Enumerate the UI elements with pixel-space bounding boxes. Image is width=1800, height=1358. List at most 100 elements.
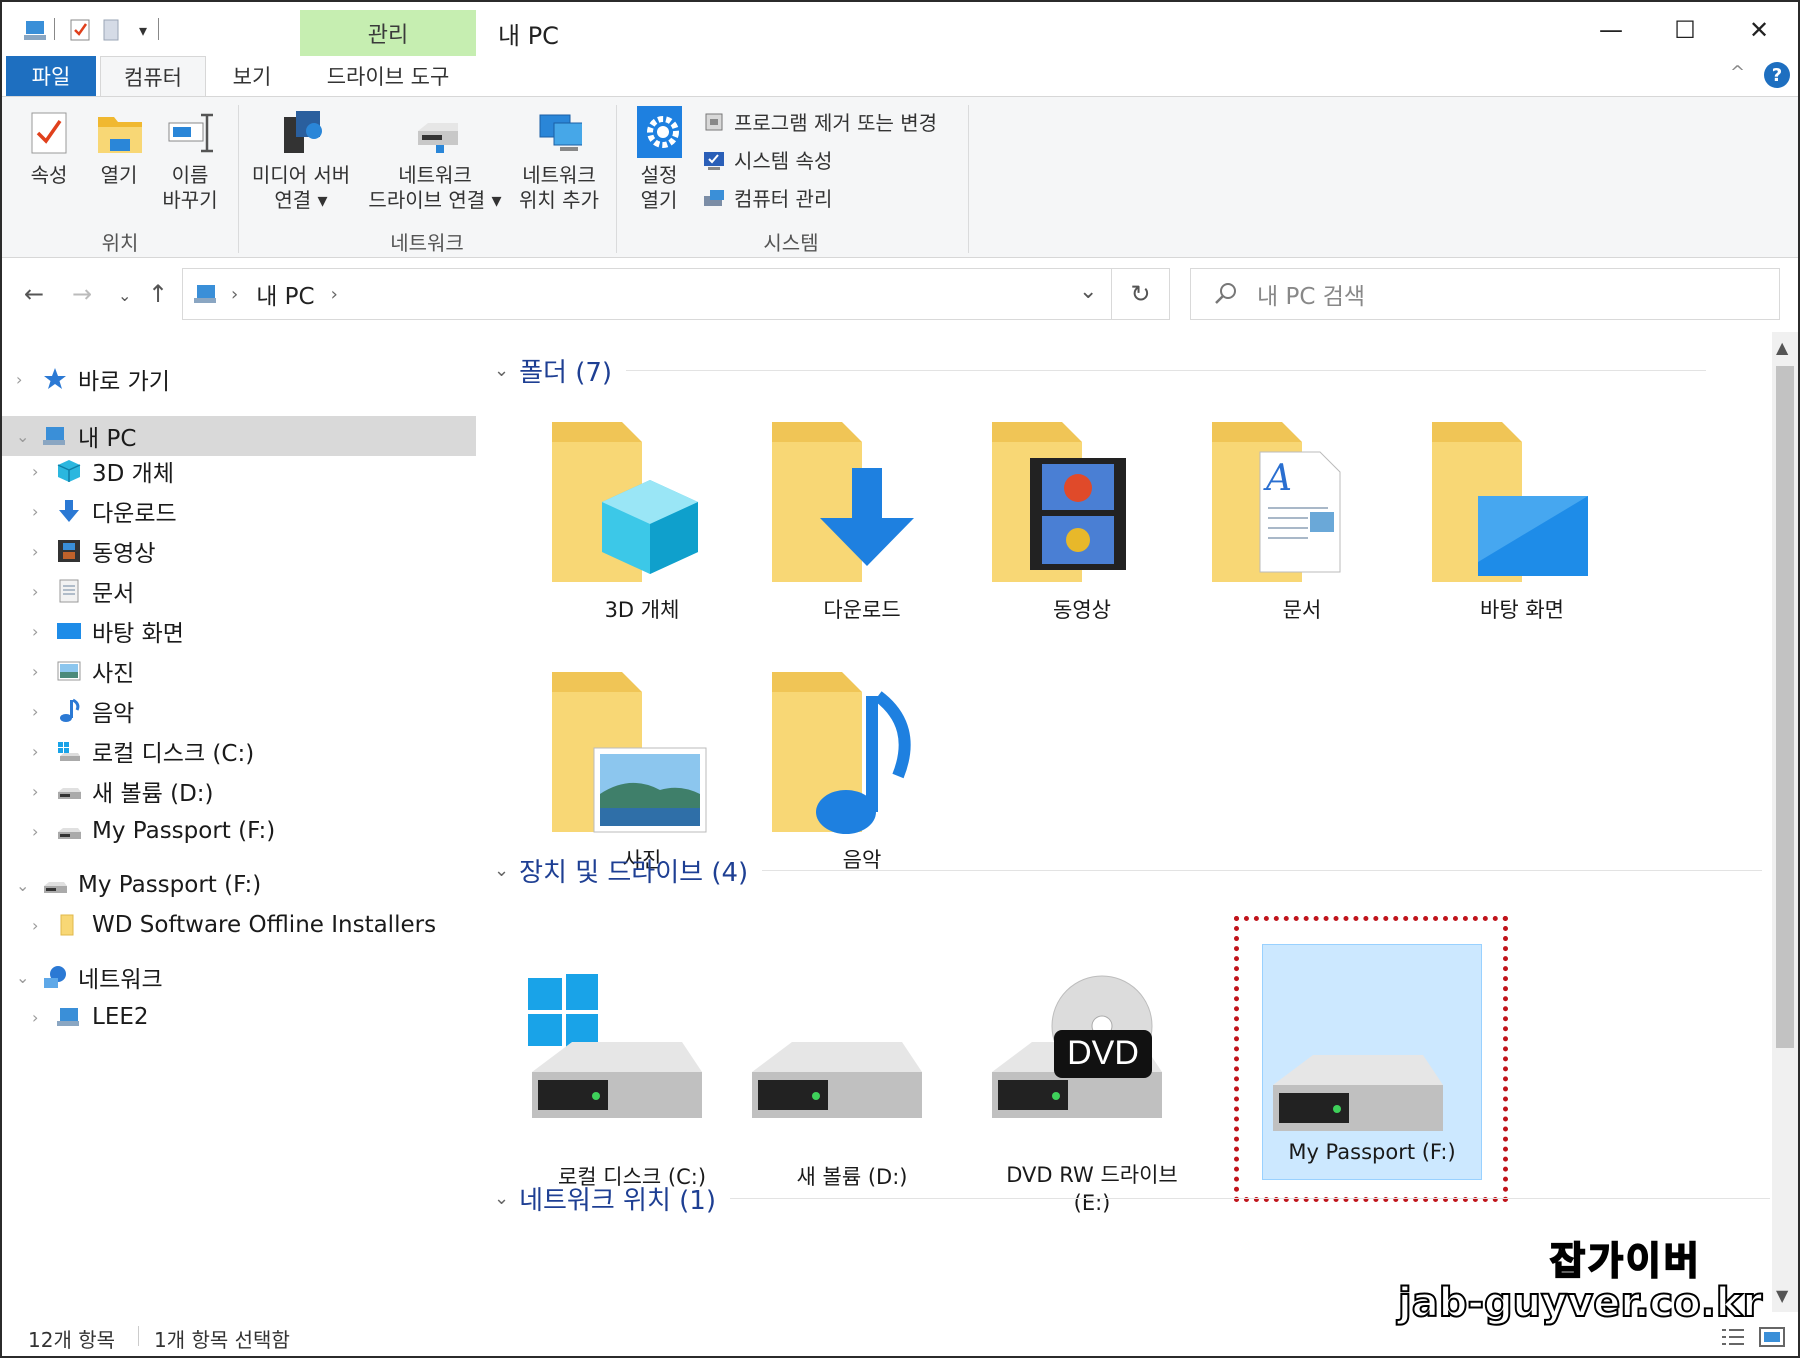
- open-settings-button[interactable]: 설정 열기: [626, 106, 692, 213]
- nav-item-pictures[interactable]: › 사진: [32, 652, 134, 690]
- network-location-icon: [536, 109, 582, 155]
- chevron-right-icon[interactable]: ›: [32, 662, 38, 681]
- nav-item-videos[interactable]: › 동영상: [32, 532, 155, 570]
- tab-drive-tools[interactable]: 드라이브 도구: [300, 56, 476, 96]
- nav-item-my-passport-root[interactable]: ⌄ My Passport (F:): [16, 866, 261, 904]
- breadcrumb-this-pc[interactable]: 내 PC: [256, 277, 314, 311]
- nav-item-music[interactable]: › 음악: [32, 692, 134, 730]
- folder-pictures[interactable]: 사진: [542, 662, 742, 882]
- properties-button[interactable]: 속성: [20, 109, 78, 188]
- rename-button[interactable]: 이름 바꾸기: [158, 109, 222, 213]
- chevron-right-icon[interactable]: ›: [32, 582, 38, 601]
- folder-videos[interactable]: 동영상: [982, 412, 1182, 632]
- scrollbar-thumb[interactable]: [1776, 366, 1794, 1048]
- nav-item-lee2[interactable]: › LEE2: [32, 998, 149, 1036]
- section-devices[interactable]: ⌄ 장치 및 드라이브 (4): [494, 852, 1763, 889]
- forward-arrow-icon[interactable]: →: [72, 280, 92, 308]
- drive-my-passport-f[interactable]: My Passport (F:): [1262, 944, 1482, 1180]
- section-network-locations[interactable]: ⌄ 네트워크 위치 (1): [494, 1180, 1770, 1217]
- group-divider: [616, 105, 617, 253]
- media-server-button[interactable]: 미디어 서버 연결 ▾: [246, 109, 356, 213]
- folder-downloads-icon: [772, 422, 914, 582]
- nav-item-quick-access[interactable]: › 바로 가기: [16, 360, 170, 398]
- breadcrumb-separator-icon[interactable]: ›: [231, 284, 238, 305]
- map-network-drive-button[interactable]: 네트워크 드라이브 연결 ▾: [362, 109, 508, 213]
- minimize-button[interactable]: —: [1574, 10, 1648, 50]
- properties-quick-icon[interactable]: [66, 16, 94, 44]
- add-network-location-button[interactable]: 네트워크 위치 추가: [508, 109, 610, 213]
- scroll-down-icon[interactable]: ▼: [1776, 1286, 1788, 1305]
- quick-access-dropdown-icon[interactable]: ▾: [132, 16, 154, 44]
- nav-item-desktop[interactable]: › 바탕 화면: [32, 612, 184, 650]
- nav-item-wd-installers[interactable]: › WD Software Offline Installers: [32, 906, 436, 944]
- folder-desktop[interactable]: 바탕 화면: [1422, 412, 1622, 632]
- large-icons-view-icon[interactable]: [1758, 1326, 1786, 1348]
- chevron-right-icon[interactable]: ›: [32, 916, 38, 935]
- back-arrow-icon[interactable]: ←: [24, 280, 44, 308]
- new-folder-quick-icon[interactable]: [98, 16, 126, 44]
- tab-view[interactable]: 보기: [208, 56, 296, 96]
- chevron-down-icon[interactable]: ⌄: [494, 1188, 509, 1209]
- nav-item-my-passport-f[interactable]: › My Passport (F:): [32, 812, 275, 850]
- maximize-button[interactable]: ☐: [1648, 10, 1722, 50]
- chevron-right-icon[interactable]: ›: [32, 782, 38, 801]
- nav-item-downloads[interactable]: › 다운로드: [32, 492, 177, 530]
- close-button[interactable]: ✕: [1722, 10, 1796, 50]
- nav-item-local-disk-c[interactable]: › 로컬 디스크 (C:): [32, 732, 254, 770]
- folder-3d-objects[interactable]: 3D 개체: [542, 412, 742, 632]
- contextual-tab-manage[interactable]: 관리: [300, 10, 476, 56]
- section-folders[interactable]: ⌄ 폴더 (7): [494, 352, 1707, 389]
- tab-computer[interactable]: 컴퓨터: [100, 56, 206, 96]
- vertical-scrollbar[interactable]: ▲ ▼: [1772, 332, 1798, 1312]
- chevron-down-icon[interactable]: ⌄: [16, 427, 29, 446]
- nav-item-volume-d[interactable]: › 새 볼륨 (D:): [32, 772, 214, 810]
- nav-item-documents[interactable]: › 문서: [32, 572, 135, 610]
- folder-downloads[interactable]: 다운로드: [762, 412, 962, 632]
- help-icon[interactable]: ?: [1764, 62, 1790, 88]
- chevron-right-icon[interactable]: ›: [32, 702, 38, 721]
- refresh-icon[interactable]: ↻: [1112, 268, 1170, 320]
- navigation-pane: › 바로 가기 ⌄ 내 PC › 3D 개체 › 다운로드 › 동영상 › 문서…: [2, 332, 480, 1312]
- tab-file[interactable]: 파일: [6, 56, 96, 96]
- nav-label: 문서: [92, 581, 135, 607]
- computer-management-label: 컴퓨터 관리: [734, 187, 833, 211]
- folder-music[interactable]: 음악: [762, 662, 962, 882]
- nav-item-this-pc[interactable]: ⌄ 내 PC: [16, 417, 136, 455]
- computer-management-button[interactable]: 컴퓨터 관리: [702, 183, 832, 212]
- star-icon: [42, 366, 68, 392]
- folder-label: 바탕 화면: [1480, 598, 1564, 622]
- nav-item-3d-objects[interactable]: › 3D 개체: [32, 452, 174, 490]
- address-dropdown-icon[interactable]: ⌄: [1079, 279, 1097, 304]
- address-bar[interactable]: › 내 PC › ⌄: [182, 268, 1112, 320]
- chevron-right-icon[interactable]: ›: [32, 822, 38, 841]
- uninstall-program-button[interactable]: 프로그램 제거 또는 변경: [702, 107, 937, 136]
- chevron-down-icon[interactable]: ⌄: [16, 968, 29, 987]
- recent-locations-chevron-icon[interactable]: ⌄: [118, 286, 131, 305]
- chevron-right-icon[interactable]: ›: [32, 742, 38, 761]
- search-box[interactable]: 내 PC 검색: [1190, 268, 1780, 320]
- chevron-right-icon[interactable]: ›: [16, 370, 22, 389]
- collapse-ribbon-icon[interactable]: ^: [1730, 62, 1745, 83]
- chevron-down-icon[interactable]: ⌄: [494, 860, 509, 881]
- chevron-right-icon[interactable]: ›: [32, 1008, 38, 1027]
- chevron-right-icon[interactable]: ›: [32, 542, 38, 561]
- media-server-icon: [278, 109, 324, 155]
- folder-documents[interactable]: A 문서: [1202, 412, 1402, 632]
- open-button[interactable]: 열기: [90, 109, 148, 188]
- details-view-icon[interactable]: [1720, 1326, 1746, 1348]
- windows-drive-icon: [56, 738, 82, 764]
- scroll-up-icon[interactable]: ▲: [1776, 338, 1788, 357]
- section-divider: [762, 870, 1763, 871]
- chevron-right-icon[interactable]: ›: [32, 502, 38, 521]
- rename-label-2: 바꾸기: [162, 188, 218, 212]
- nav-item-network[interactable]: ⌄ 네트워크: [16, 958, 163, 996]
- chevron-right-icon[interactable]: ›: [32, 462, 38, 481]
- system-properties-button[interactable]: 시스템 속성: [702, 145, 832, 174]
- up-arrow-icon[interactable]: ↑: [148, 280, 168, 308]
- breadcrumb-separator-icon[interactable]: ›: [331, 284, 338, 305]
- chevron-down-icon[interactable]: ⌄: [16, 876, 29, 895]
- status-item-count: 12개 항목: [28, 1328, 116, 1352]
- folder-label: 다운로드: [823, 598, 901, 622]
- chevron-down-icon[interactable]: ⌄: [494, 360, 509, 381]
- chevron-right-icon[interactable]: ›: [32, 622, 38, 641]
